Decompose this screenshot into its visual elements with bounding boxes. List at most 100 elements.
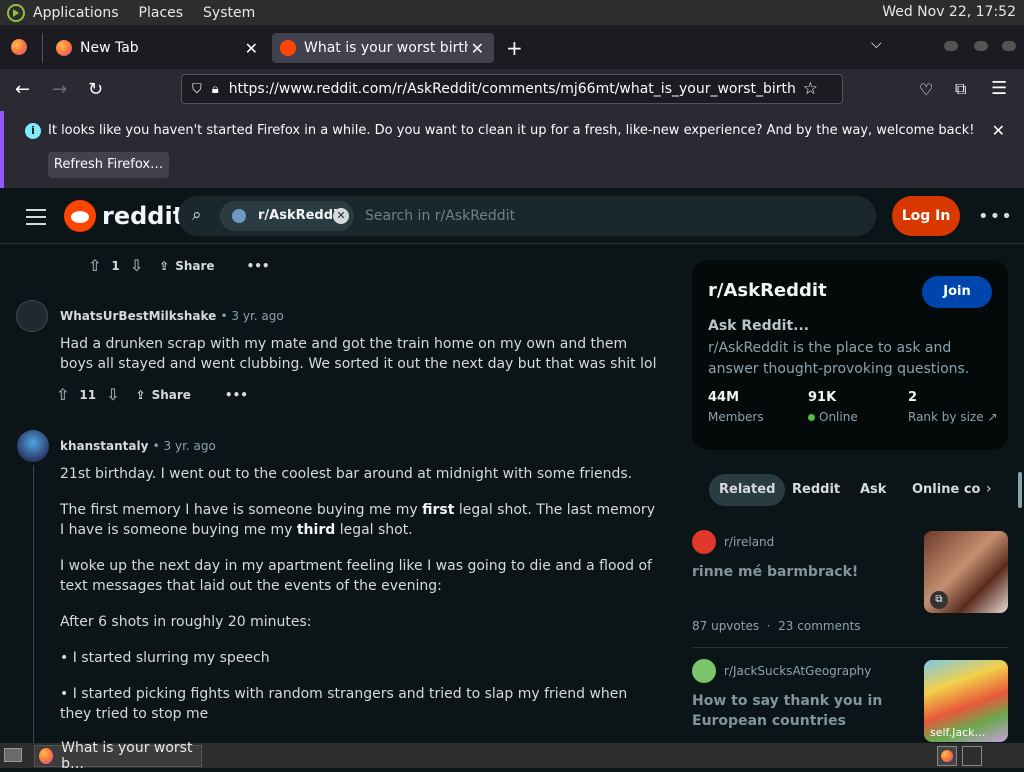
search-input[interactable]: Search in r/AskReddit xyxy=(365,208,515,224)
places-menu[interactable]: Places xyxy=(139,5,184,21)
related-post-thumbnail[interactable]: self.Jack… xyxy=(924,660,1008,742)
clear-chip-icon[interactable]: ✕ xyxy=(333,208,349,224)
system-top-bar: Applications Places System Wed Nov 22, 1… xyxy=(0,0,1024,25)
app-menu-icon[interactable]: ☰ xyxy=(991,78,1007,99)
tab-ask[interactable]: Ask xyxy=(850,474,896,506)
thread-line[interactable] xyxy=(33,465,34,743)
system-menu[interactable]: System xyxy=(203,5,255,21)
tab-related[interactable]: Related xyxy=(709,474,786,506)
related-post-title[interactable]: How to say thank you in European countri… xyxy=(692,691,912,731)
tab-new-tab[interactable]: New Tab ✕ xyxy=(48,33,268,63)
comments-area: ⇧ 1 ⇩ ⇪ Share ••• WhatsUrBestMilkshake •… xyxy=(0,245,680,743)
refresh-firefox-button[interactable]: Refresh Firefox… xyxy=(48,152,169,178)
more-icon[interactable]: ••• xyxy=(247,259,270,273)
window-maximize-button[interactable] xyxy=(974,41,988,51)
share-icon[interactable]: ⇪ xyxy=(136,388,146,402)
related-subreddit[interactable]: r/JackSucksAtGeography xyxy=(724,664,871,678)
upvote-icon[interactable]: ⇧ xyxy=(56,385,69,404)
tab-reddit[interactable]: What is your worst birthday ✕ xyxy=(272,33,494,63)
avatar[interactable] xyxy=(16,300,48,332)
related-subreddit[interactable]: r/ireland xyxy=(724,535,774,549)
share-button[interactable]: Share xyxy=(175,259,214,273)
workspace-2[interactable] xyxy=(962,746,982,766)
reload-icon[interactable]: ↻ xyxy=(88,79,103,100)
reddit-wordmark[interactable]: reddit xyxy=(102,202,184,230)
taskbar-window-button[interactable]: What is your worst b… xyxy=(34,740,202,772)
comment-age: • 3 yr. ago xyxy=(220,309,284,323)
comment-paragraph: After 6 shots in roughly 20 minutes: xyxy=(60,614,312,630)
downvote-icon[interactable]: ⇩ xyxy=(130,256,143,275)
shield-icon[interactable]: ⛉ xyxy=(192,82,202,97)
reddit-favicon-icon xyxy=(280,40,296,56)
clock[interactable]: Wed Nov 22, 17:52 xyxy=(882,4,1016,20)
url-text[interactable]: https://www.reddit.com/r/AskReddit/comme… xyxy=(229,81,795,97)
show-desktop-icon[interactable] xyxy=(4,748,22,762)
pocket-icon[interactable]: ♡ xyxy=(919,80,933,99)
scrollbar-thumb[interactable] xyxy=(1018,472,1022,508)
comment-author[interactable]: khanstantaly • 3 yr. ago xyxy=(60,439,216,453)
close-tab-icon[interactable]: ✕ xyxy=(245,39,258,58)
related-post-thumbnail[interactable]: ⧉ xyxy=(924,531,1008,613)
share-icon[interactable]: ⇪ xyxy=(159,259,169,273)
hamburger-menu-icon[interactable] xyxy=(26,209,46,230)
subreddit-icon[interactable] xyxy=(692,659,716,683)
sidebar-title: Ask Reddit... xyxy=(708,318,810,334)
distro-logo-icon[interactable] xyxy=(7,3,25,22)
firefox-view-icon[interactable] xyxy=(11,39,27,55)
bookmark-star-icon[interactable]: ☆ xyxy=(803,79,818,99)
avatar[interactable] xyxy=(17,430,49,462)
url-bar[interactable]: ⛉ 🔒︎ https://www.reddit.com/r/AskReddit/… xyxy=(181,74,843,104)
online-label: Online xyxy=(808,410,858,424)
more-options-icon[interactable]: ••• xyxy=(978,206,1013,227)
workspace-switcher[interactable] xyxy=(937,746,957,766)
comment-author[interactable]: WhatsUrBestMilkshake • 3 yr. ago xyxy=(60,309,284,323)
comment-body: Had a drunken scrap with my mate and got… xyxy=(60,336,657,372)
firefox-icon xyxy=(56,40,72,56)
sidebar-subreddit-name[interactable]: r/AskReddit xyxy=(708,280,827,301)
rank-value: 2 xyxy=(908,390,918,405)
sidebar-description: r/AskReddit is the place to ask and answ… xyxy=(708,340,970,377)
chevron-right-icon[interactable]: › xyxy=(986,481,992,497)
info-icon: i xyxy=(25,123,41,139)
close-tab-icon[interactable]: ✕ xyxy=(471,39,484,58)
back-arrow-icon[interactable]: ← xyxy=(15,79,30,100)
reddit-logo-icon[interactable] xyxy=(64,200,96,232)
extensions-icon[interactable]: ⧉ xyxy=(955,79,966,99)
tab-reddit[interactable]: Reddit xyxy=(782,474,850,506)
subreddit-search-chip[interactable]: r/AskReddit ✕ xyxy=(220,201,354,231)
downvote-icon[interactable]: ⇩ xyxy=(106,385,119,404)
comment-paragraph: I woke up the next day in my apartment f… xyxy=(60,558,652,594)
search-icon: ⌕ xyxy=(192,205,202,225)
divider xyxy=(692,647,1008,648)
author-name[interactable]: WhatsUrBestMilkshake xyxy=(60,309,216,323)
comment-actions: ⇧ 1 ⇩ ⇪ Share ••• xyxy=(88,256,270,275)
lock-icon[interactable]: 🔒︎ xyxy=(212,82,219,97)
members-label: Members xyxy=(708,410,764,424)
new-tab-plus-icon[interactable]: + xyxy=(506,36,523,60)
vote-count: 11 xyxy=(79,387,97,402)
author-name[interactable]: khanstantaly xyxy=(60,439,148,453)
close-notification-icon[interactable]: ✕ xyxy=(992,121,1005,140)
login-button[interactable]: Log In xyxy=(892,196,960,236)
online-dot-icon xyxy=(808,413,815,421)
window-minimize-button[interactable] xyxy=(944,41,958,51)
forward-arrow-icon[interactable]: → xyxy=(52,79,67,100)
comment-paragraph: The first memory I have is someone buyin… xyxy=(60,502,655,538)
subreddit-icon[interactable] xyxy=(692,530,716,554)
share-button[interactable]: Share xyxy=(152,388,191,402)
window-close-button[interactable] xyxy=(1002,41,1016,51)
thumbnail-label: self.Jack… xyxy=(930,726,986,739)
comment-paragraph: • I started picking fights with random s… xyxy=(60,686,628,722)
join-button[interactable]: Join xyxy=(922,276,992,308)
more-icon[interactable]: ••• xyxy=(225,388,248,402)
list-all-tabs-chevron-icon[interactable]: ⌵ xyxy=(871,36,882,52)
tab-title: New Tab xyxy=(80,40,139,56)
members-count: 44M xyxy=(708,390,740,405)
related-post-title[interactable]: rinne mé barmbrack! xyxy=(692,562,858,582)
rank-label[interactable]: Rank by size ↗ xyxy=(908,410,998,424)
upvote-icon[interactable]: ⇧ xyxy=(88,256,101,275)
tab-online-com[interactable]: Online com xyxy=(902,474,980,506)
firefox-icon xyxy=(941,750,953,762)
applications-menu[interactable]: Applications xyxy=(33,5,119,21)
chip-label: r/AskReddit xyxy=(258,208,344,223)
